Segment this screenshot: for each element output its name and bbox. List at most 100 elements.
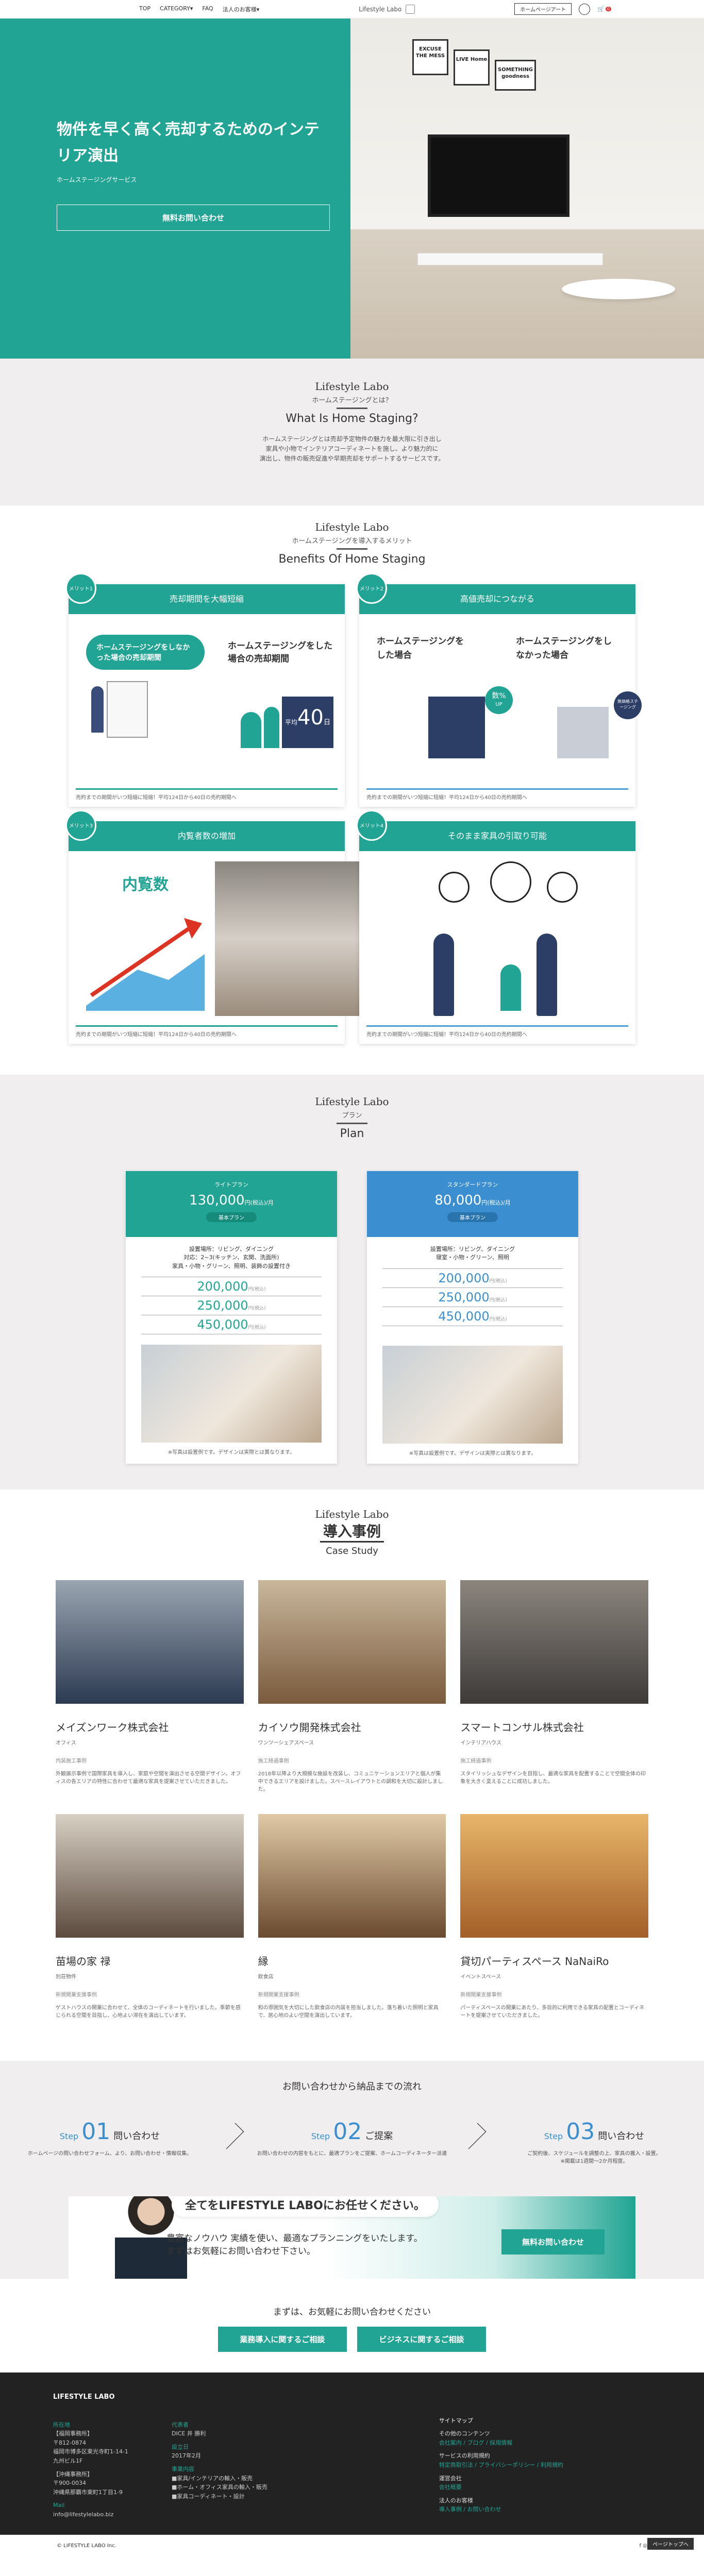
nav-faq[interactable]: FAQ [202, 5, 213, 13]
plan-card: ライトプラン 130,000円(税込)/月 基本プラン 設置場所：リビング、ダイ… [126, 1171, 337, 1464]
step-text: お問い合わせの内容をもとに、最適プランをご提案、ホームコーディネーター派遣 [257, 2150, 447, 2157]
merits-section: Lifestyle Labo ホームステージングを導入するメリット Benefi… [0, 505, 704, 1075]
plan-name: スタンダードプラン [447, 1181, 498, 1188]
facebook-icon[interactable]: f [640, 2543, 642, 2549]
row-unit: 円(税込) [489, 1316, 507, 1322]
person-icon [91, 686, 104, 733]
section-title: Plan [340, 1127, 364, 1140]
hero-cta-button[interactable]: 無料お問い合わせ [57, 205, 330, 231]
footer-mail[interactable]: info@lifestylelabo.biz [53, 2510, 172, 2519]
footer-key: サービスの利用規約 [439, 2452, 490, 2460]
row-price: 450,000 [197, 1317, 248, 1332]
step-label: 問い合わせ [598, 2130, 645, 2142]
social-links: f ◎ [640, 2543, 647, 2549]
nav-business[interactable]: 法人のお客様▾ [223, 5, 260, 13]
tv-image [428, 134, 569, 217]
row-price: 200,000 [438, 1270, 490, 1285]
footer-key: 事業内容 [172, 2465, 194, 2472]
section-label: 導入事例 [320, 1520, 384, 1543]
title-divider [337, 1122, 367, 1124]
merit-note: 売約までの期間がいつ短縮に短縮！平均124日から40日の売約期間へ [76, 788, 338, 801]
merit-bubble: ホームステージングをしなかった場合の売却期間 [86, 634, 205, 670]
case-subtitle: 新規開業支援事例 [258, 1992, 299, 1998]
instagram-icon[interactable]: ◎ [643, 2543, 647, 2549]
case-tag: インテリアハウス [460, 1740, 501, 1746]
plan-label: 基本プラン [447, 1212, 498, 1222]
case-item[interactable]: スマートコンサル株式会社 インテリアハウス 施工経過事例 スタイリッシュなデザインを目… [460, 1580, 648, 1793]
case-name: カイソウ開発株式会社 [258, 1721, 361, 1734]
section-title: What Is Home Staging? [286, 412, 418, 425]
merit-title: そのまま家具の引取り可能 [359, 821, 635, 851]
case-name: メイズンワーク株式会社 [56, 1721, 169, 1734]
merit-value: 数% [492, 691, 506, 700]
case-photo [56, 1814, 244, 1938]
wall-frame: LIVE Home [454, 49, 490, 86]
footer-links[interactable]: 導入事例 / お問い合わせ [439, 2505, 563, 2514]
flow-step: Step 02 ご提案 お問い合わせの内容をもとに、最適プランをご提案、ホームコーディ… [252, 2119, 452, 2165]
case-tag: 別荘物件 [56, 1974, 76, 1980]
page-top-button[interactable]: ページトップへ [647, 2537, 694, 2550]
footer-value: 2017年2月 [172, 2452, 201, 2460]
case-item[interactable]: メイズンワーク株式会社 オフィス 内装施工事例 外観展示事例で国際家具を導入し、家庭や… [56, 1580, 244, 1793]
case-item[interactable]: 縁飲食店 新規開業支援事例 和の雰囲気を大切にした飲食店の内装を担当しました。落ち着… [258, 1814, 446, 2020]
merit-unit: 日 [323, 718, 330, 726]
user-icon[interactable] [579, 3, 591, 15]
case-description: スタイリッシュなデザインを目指し、最適な家具を配置することで空間全体の印象を大き… [460, 1771, 646, 1785]
footer-bottom: © LIFESTYLE LABO Inc. f ◎ ページトップへ [0, 2535, 704, 2557]
step-text: ご契約後、スケジュールを調整の上、家具の搬入・設置。 ※掲載は1週間〜2か月程度… [527, 2150, 661, 2164]
case-photo [258, 1580, 446, 1704]
plant-icon [500, 964, 521, 1011]
plan-price: 80,000円(税込)/月 [367, 1193, 578, 1208]
plan-caption: ※写真は設置例です。デザインは実際とは異なります。 [409, 1450, 537, 1456]
case-subtitle: 施工経過事例 [460, 1758, 492, 1764]
footer-logo: LIFESTYLE LABO [53, 2393, 115, 2401]
step-number: 02 [333, 2118, 362, 2145]
merit-card: メリット1 売却期間を大幅短縮 ホームステージングをしなかった場合の売却期間 ホ… [65, 572, 345, 807]
case-item[interactable]: カイソウ開発株式会社 ワンツーシェアスペース 施工経過事例 2018年以降より大規模な… [258, 1580, 446, 1793]
contact-button-business[interactable]: ビジネスに関するご相談 [357, 2326, 487, 2352]
header-button[interactable]: ホームページアート [514, 3, 572, 15]
plan-price-row: 200,000円(税込) [382, 1268, 563, 1287]
case-tag: イベントスペース [460, 1974, 501, 1980]
logo-icon [406, 4, 415, 14]
merit-note: 売約までの期間がいつ短縮に短縮！平均124日から40日の売約期間へ [76, 1025, 338, 1038]
plan-price: 130,000円(税込)/月 [126, 1193, 337, 1208]
merit-title: 内覧者数の増加 [69, 821, 345, 851]
plan-price-row: 250,000円(税込) [141, 1296, 322, 1315]
contact-button-implementation[interactable]: 業務導入に関するご相談 [217, 2326, 347, 2352]
plan-section: Lifestyle Labo プラン Plan ライトプラン 130,000円(… [0, 1074, 704, 1489]
merit-badge: 数% UP [485, 686, 513, 714]
row-price: 250,000 [197, 1298, 248, 1313]
flow-step: Step 01 問い合わせ ホームページの問い合わせフォーム、より、お問い合わせ・情報… [9, 2119, 210, 2165]
case-description: ゲストハウスの開業に合わせて、全体のコーディネートを行いました。季節を感じられる… [56, 2005, 241, 2019]
plan-price-unit: 円(税込)/月 [481, 1199, 511, 1206]
nav-top[interactable]: TOP [139, 5, 150, 13]
cart-button[interactable]: 🛒 0 [597, 6, 611, 12]
merit-card: メリット2 高値売却につながる ホームステージングをした場合 ホームステージング… [356, 572, 642, 807]
section-label: プラン [342, 1111, 362, 1120]
sofa-icon [490, 861, 531, 903]
contact-section: まずは、お気軽にお問い合わせください 業務導入に関するご相談 ビジネスに関するご… [0, 2278, 704, 2372]
banner-heading: 全てをLIFESTYLE LABOにお任せください。 [172, 2196, 439, 2217]
section-brand: Lifestyle Labo [315, 1095, 389, 1108]
site-logo[interactable]: Lifestyle Labo [359, 4, 415, 14]
merit-illustration: ホームステージングをした場合 ホームステージングをしなかった場合 数% UP 無価… [366, 614, 642, 784]
site-header: TOP CATEGORY▾ FAQ 法人のお客様▾ Lifestyle Labo… [0, 0, 704, 19]
case-item[interactable]: 貸切パーティスペース NaNaiRo イベントスペース 新規開業支援事例 パーティスペ… [460, 1814, 648, 2020]
merit-note: 売約までの期間がいつ短縮に短縮！平均124日から40日の売約期間へ [366, 788, 628, 801]
cart-icon: 🛒 [597, 6, 605, 12]
footer-links[interactable]: 会社案内 / ブログ / 採用情報 [439, 2438, 563, 2448]
case-tag: ワンツーシェアスペース [258, 1740, 314, 1746]
footer-links[interactable]: 特定商取引法 / プライバシーポリシー / 利用規約 [439, 2461, 563, 2470]
case-item[interactable]: 苗場の家 禄別荘物件 新規開業支援事例 ゲストハウスの開業に合わせて、全体のコーディ… [56, 1814, 244, 2020]
house-icon [557, 706, 609, 758]
plan-photo [141, 1345, 322, 1443]
merit-label: 内覧数 [122, 875, 169, 894]
cases-section: Lifestyle Labo 導入事例 Case Study メイズンワーク株式… [0, 1489, 704, 2061]
banner-contact-button[interactable]: 無料お問い合わせ [501, 2229, 605, 2255]
footer-key: 設立日 [172, 2443, 189, 2450]
nav-category[interactable]: CATEGORY▾ [160, 5, 193, 13]
section-brand: Lifestyle Labo [315, 520, 389, 533]
footer-links[interactable]: 会社概要 [439, 2483, 563, 2492]
case-description: パーティスペースの開業にあたり、多目的に利用できる家具の配置とコーディネートを提… [460, 2005, 645, 2019]
